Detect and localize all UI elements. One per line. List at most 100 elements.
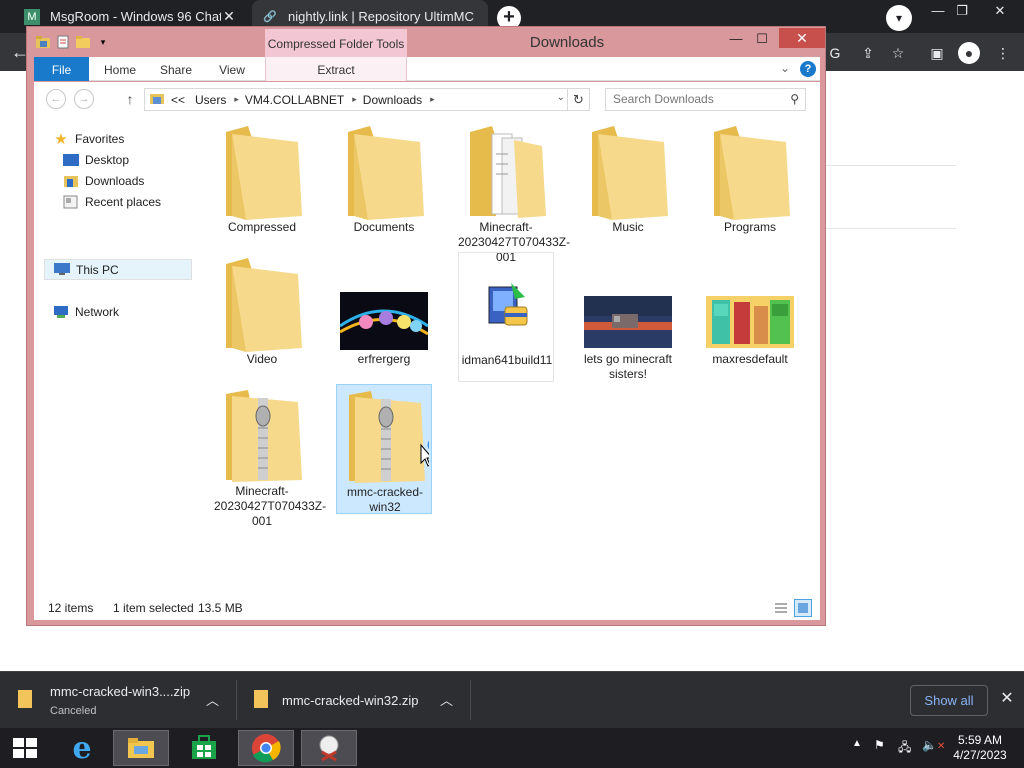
nav-downloads[interactable]: Downloads <box>63 170 144 191</box>
breadcrumb-chevron-icon[interactable]: ▸ <box>234 94 239 105</box>
show-hidden-icons-chevron-icon[interactable]: ▲ <box>852 738 862 749</box>
item-label: Video <box>246 352 278 366</box>
nav-recent-places[interactable]: Recent places <box>63 191 161 212</box>
tab-share[interactable]: Share <box>152 57 200 81</box>
nav-this-pc[interactable]: This PC <box>44 259 192 280</box>
properties-icon[interactable] <box>55 34 71 50</box>
download-item[interactable]: mmc-cracked-win32.zip ︿ <box>254 672 464 729</box>
browser-close-icon[interactable]: ✕ <box>986 0 1014 22</box>
side-panel-icon[interactable]: ▣ <box>926 42 948 64</box>
maximize-icon[interactable]: ☐ <box>749 30 775 50</box>
folder-item[interactable]: Music <box>580 120 676 250</box>
taskbar-chrome[interactable] <box>238 730 294 766</box>
image-thumbnail <box>584 296 672 348</box>
nav-desktop[interactable]: Desktop <box>63 149 129 170</box>
download-filename: mmc-cracked-win3....zip <box>50 684 191 699</box>
large-icons-view-icon[interactable] <box>794 599 812 617</box>
nav-favorites[interactable]: ★ Favorites <box>53 128 124 149</box>
google-icon[interactable]: G <box>824 42 846 64</box>
taskbar-snipping-tool[interactable] <box>301 730 357 766</box>
details-view-icon[interactable] <box>772 599 790 617</box>
image-file-item[interactable]: erfrergerg <box>336 252 432 382</box>
selection-size: 13.5 MB <box>198 601 243 615</box>
breadcrumb-chevron-icon[interactable]: ▸ <box>430 94 435 105</box>
expand-ribbon-chevron-icon[interactable]: ⌄ <box>780 61 790 75</box>
minimize-icon[interactable]: — <box>723 30 749 50</box>
explorer-title-bar[interactable]: ▾ Compressed Folder Tools Downloads — ☐ … <box>27 27 825 57</box>
breadcrumb-users[interactable]: Users <box>195 93 226 107</box>
breadcrumb-overflow[interactable]: << <box>171 93 185 107</box>
explorer-app-icon <box>35 34 51 50</box>
breadcrumb-downloads[interactable]: Downloads <box>363 93 422 107</box>
up-arrow-icon[interactable]: ↑ <box>122 89 138 109</box>
taskbar-store[interactable] <box>176 730 232 766</box>
recent-places-icon <box>63 195 79 209</box>
folder-icon <box>714 126 790 220</box>
clock[interactable]: 5:59 AM 4/27/2023 <box>948 733 1012 763</box>
restore-icon[interactable]: ❐ <box>948 0 976 22</box>
new-folder-icon[interactable] <box>75 34 91 50</box>
chevron-up-icon[interactable]: ︿ <box>440 690 453 709</box>
folder-icon <box>226 126 302 220</box>
action-center-flag-icon[interactable]: ⚑ <box>874 738 885 752</box>
tab-view[interactable]: View <box>210 57 254 81</box>
window-title: Downloads <box>529 34 605 51</box>
download-item-canceled[interactable]: mmc-cracked-win3....zip Canceled ︿ <box>18 672 228 729</box>
folder-item[interactable]: Documents <box>336 120 432 250</box>
nav-network[interactable]: Network <box>53 301 119 322</box>
share-icon[interactable]: ⇪ <box>857 42 879 64</box>
close-tab-icon[interactable]: ✕ <box>221 8 237 25</box>
download-shelf: mmc-cracked-win3....zip Canceled ︿ mmc-c… <box>0 671 1024 728</box>
taskbar-file-explorer[interactable] <box>113 730 169 766</box>
star-icon: ★ <box>54 130 68 148</box>
taskbar-internet-explorer[interactable]: e <box>54 730 110 766</box>
tab-home[interactable]: Home <box>96 57 144 81</box>
search-input[interactable]: Search Downloads ⚲ <box>605 88 806 111</box>
address-dropdown-icon[interactable]: ⌄ <box>557 92 565 103</box>
zip-file-item[interactable]: Minecraft-20230427T070433Z-001 <box>214 384 326 528</box>
tab-search-chevron-icon[interactable]: ▾ <box>886 5 912 31</box>
clock-time: 5:59 AM <box>957 733 1003 747</box>
selection-count: 1 item selected <box>113 601 194 615</box>
address-bar[interactable]: << Users ▸ VM4.COLLABNET ▸ Downloads ▸ ⌄… <box>144 88 590 111</box>
tab-file[interactable]: File <box>34 57 89 81</box>
chevron-up-icon[interactable]: ︿ <box>206 690 219 709</box>
close-download-shelf-icon[interactable]: ✕ <box>997 689 1017 709</box>
tab-title: MsgRoom - Windows 96 Chat <box>50 9 221 24</box>
bookmark-star-icon[interactable]: ☆ <box>887 42 909 64</box>
start-button[interactable] <box>0 730 50 766</box>
close-window-button[interactable]: ✕ <box>779 28 825 48</box>
snipping-tool-icon <box>319 735 339 762</box>
menu-kebab-icon[interactable]: ⋮ <box>992 42 1014 64</box>
breadcrumb-chevron-icon[interactable]: ▸ <box>352 94 357 105</box>
tab-extract[interactable]: Extract <box>265 57 407 81</box>
folder-item[interactable]: Programs <box>702 120 798 250</box>
image-file-item[interactable]: lets go minecraft sisters! <box>580 252 676 382</box>
profile-avatar-icon[interactable]: ● <box>958 42 980 64</box>
item-label: maxresdefault <box>712 352 788 366</box>
installer-file-item[interactable]: idman641build11 <box>458 252 554 382</box>
item-count: 12 items <box>48 601 94 615</box>
image-file-item[interactable]: maxresdefault <box>702 252 798 382</box>
customize-dropdown-icon[interactable]: ▾ <box>95 34 111 50</box>
help-icon[interactable]: ? <box>800 61 816 77</box>
zip-file-item-selected[interactable]: mmc-cracked-win32 <box>336 384 432 514</box>
tab-title: nightly.link | Repository UltimMC <box>288 9 474 24</box>
folder-item[interactable]: Compressed <box>214 120 310 250</box>
file-explorer-icon <box>128 738 154 758</box>
folder-icon <box>348 126 424 220</box>
back-arrow-icon[interactable]: ← <box>46 89 66 109</box>
folder-item[interactable]: Minecraft-20230427T070433Z-001 <box>458 120 570 264</box>
windows-taskbar: e ▲ ⚑ 🖧 🔈✕ 5:59 AM 4/27/2023 <box>0 728 1024 768</box>
breadcrumb-vm4-collabnet[interactable]: VM4.COLLABNET <box>245 93 344 107</box>
chrome-icon <box>252 734 281 763</box>
folder-item[interactable]: Video <box>214 252 310 382</box>
nav-label: Downloads <box>85 173 145 188</box>
store-icon <box>192 735 216 759</box>
refresh-icon[interactable]: ↻ <box>567 89 589 110</box>
volume-muted-icon[interactable]: 🔈✕ <box>922 738 945 752</box>
show-all-button[interactable]: Show all <box>910 685 988 716</box>
forward-arrow-icon[interactable]: → <box>74 89 94 109</box>
network-tray-icon[interactable]: 🖧 <box>898 738 911 759</box>
download-status: Canceled <box>50 705 97 717</box>
